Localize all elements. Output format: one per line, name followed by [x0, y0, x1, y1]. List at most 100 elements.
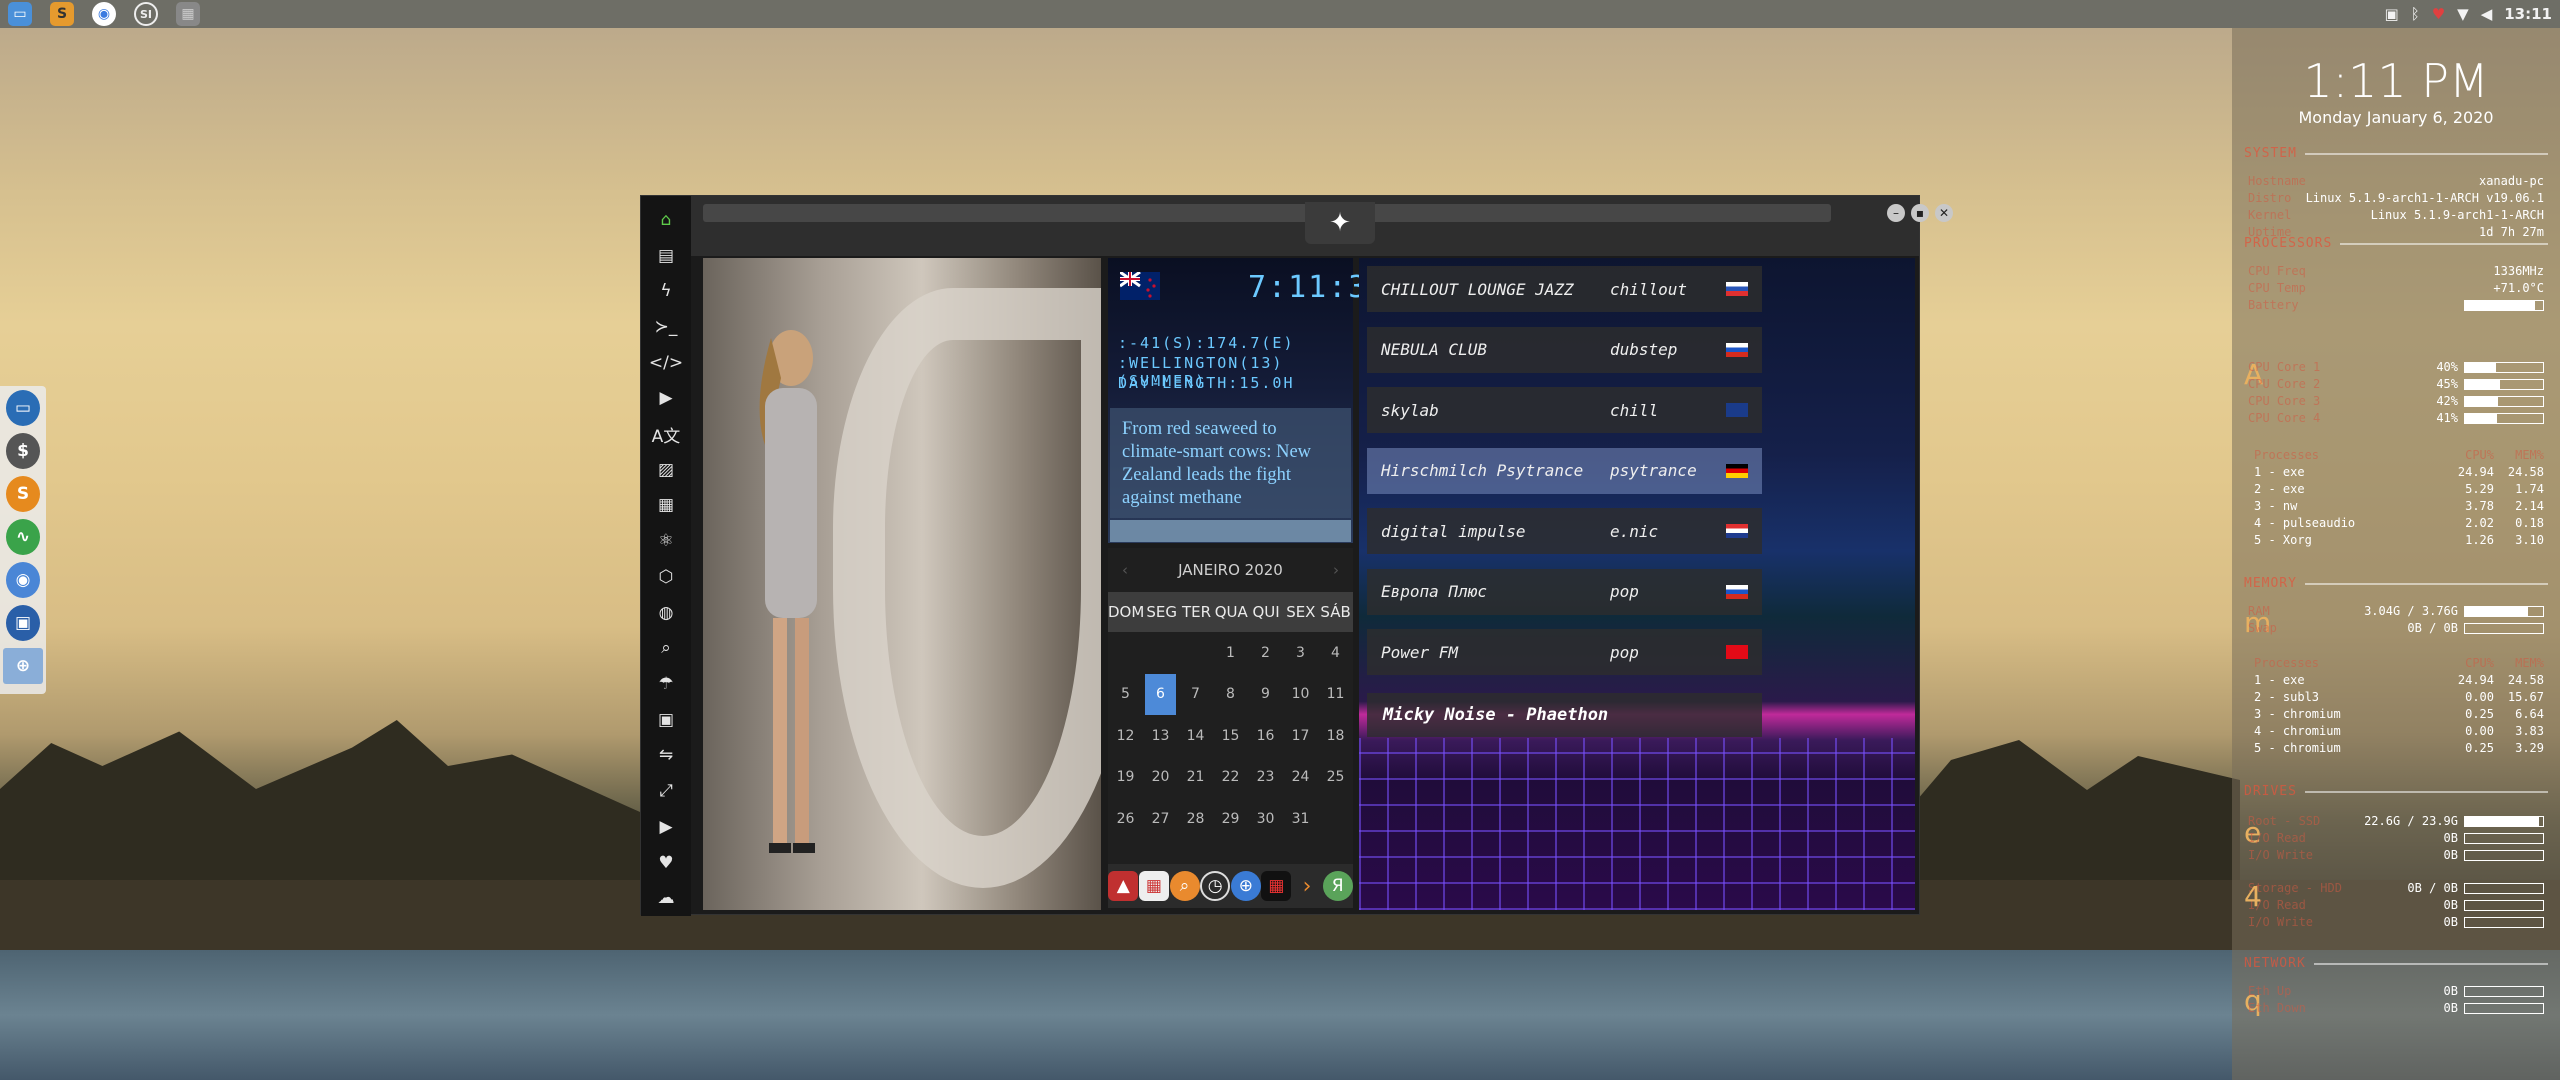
stat-value: 0B	[2444, 1001, 2544, 1017]
process-name: 5 - chromium	[2254, 741, 2341, 755]
calendar-day[interactable]: 26	[1108, 811, 1143, 827]
stat-value: xanadu-pc	[2479, 174, 2544, 190]
home-icon[interactable]: ⌂	[641, 202, 691, 238]
calendar-day[interactable]: 24	[1283, 769, 1318, 785]
yandex-icon[interactable]: Я	[1322, 871, 1353, 901]
calendar-day[interactable]: 20	[1143, 769, 1178, 785]
remote-desktop-icon[interactable]: ▣	[6, 605, 40, 641]
calendar-day[interactable]: 5	[1108, 686, 1143, 702]
document-icon[interactable]: ▤	[641, 238, 691, 274]
news-headline[interactable]: From red seaweed to climate-smart cows: …	[1110, 408, 1351, 518]
radio-station[interactable]: Европа Плюс pop	[1367, 568, 1762, 615]
calendar-day[interactable]: 17	[1283, 728, 1318, 744]
news-icon[interactable]: ▦	[641, 488, 691, 524]
radio-station[interactable]: Hirschmilch Psytrance psytrance	[1367, 447, 1762, 494]
files-icon[interactable]: ▭	[8, 2, 32, 26]
panel-clock[interactable]: 13:11	[2504, 5, 2552, 23]
search-icon[interactable]: ⌕	[1169, 871, 1200, 901]
code-icon[interactable]: </>	[641, 345, 691, 381]
volume-icon[interactable]: ◀	[2481, 5, 2493, 23]
umbrella-icon[interactable]: ☂	[641, 666, 691, 702]
translate-icon[interactable]: A文	[641, 416, 691, 452]
bluetooth-icon[interactable]: ᛒ	[2411, 5, 2420, 23]
calendar-day[interactable]: 22	[1213, 769, 1248, 785]
globe-icon[interactable]: ⊕	[1230, 871, 1261, 901]
cloud-icon[interactable]: ☁	[641, 880, 691, 916]
process-name: 4 - chromium	[2254, 724, 2341, 738]
calendar-day[interactable]: 8	[1213, 686, 1248, 702]
calendar-day[interactable]: 2	[1248, 645, 1283, 661]
close-button[interactable]: ✕	[1935, 204, 1953, 222]
calendar-day[interactable]: 27	[1143, 811, 1178, 827]
pdf-icon[interactable]: ▲	[1108, 871, 1139, 901]
calendar-day[interactable]: 16	[1248, 728, 1283, 744]
calendar-day[interactable]: 3	[1283, 645, 1318, 661]
grid-icon[interactable]: ▦	[176, 2, 200, 26]
calendar-icon[interactable]: ▦	[1138, 871, 1169, 901]
conky-panel: 1:11 PM Monday January 6, 2020 SYSTEM Hos…	[2232, 28, 2560, 1080]
youtube-icon[interactable]: ▶	[641, 809, 691, 845]
calendar-day[interactable]: 4	[1318, 645, 1353, 661]
react-icon[interactable]: ⚛	[641, 523, 691, 559]
terminal-icon[interactable]: ≻_	[641, 309, 691, 345]
hexagon-icon[interactable]: ⬡	[641, 559, 691, 595]
radio-station[interactable]: NEBULA CLUB dubstep	[1367, 326, 1762, 373]
clock-icon[interactable]: ◷	[1200, 871, 1231, 901]
image-icon[interactable]: ▣	[2385, 5, 2399, 23]
prev-month-button[interactable]: ‹	[1122, 561, 1128, 579]
calendar-day[interactable]: 18	[1318, 728, 1353, 744]
radio-station[interactable]: digital impulse e.nic	[1367, 508, 1762, 554]
s-icon[interactable]: SI	[134, 2, 158, 26]
calendar-day[interactable]: 9	[1248, 686, 1283, 702]
process-mem: 6.64	[2515, 707, 2544, 721]
calendar-day[interactable]: 10	[1283, 686, 1318, 702]
image-icon[interactable]: ▨	[641, 452, 691, 488]
calendar-day[interactable]: 12	[1108, 728, 1143, 744]
contact-icon[interactable]: ▣	[641, 702, 691, 738]
calendar-day[interactable]: 15	[1213, 728, 1248, 744]
calendar-day[interactable]: 29	[1213, 811, 1248, 827]
globe-icon[interactable]: ⊕	[3, 648, 43, 684]
calendar-day[interactable]: 30	[1248, 811, 1283, 827]
calendar-active-icon[interactable]: ▦	[1261, 871, 1292, 901]
calendar-day[interactable]: 28	[1178, 811, 1213, 827]
calendar-day[interactable]: 11	[1318, 686, 1353, 702]
calendar-day[interactable]: 6	[1145, 673, 1176, 715]
calendar-day[interactable]: 14	[1178, 728, 1213, 744]
arrow-icon[interactable]: ›	[1292, 871, 1322, 901]
bolt-icon[interactable]: ϟ	[641, 273, 691, 309]
calendar-day[interactable]: 13	[1143, 728, 1178, 744]
heart-icon[interactable]: ♥	[2432, 5, 2445, 23]
calendar-day[interactable]: 23	[1248, 769, 1283, 785]
stat-row: Eth Down 0B	[2248, 1001, 2544, 1017]
chrome-icon[interactable]: ◉	[92, 2, 116, 26]
browser-icon[interactable]: ▭	[6, 390, 40, 426]
next-month-button[interactable]: ›	[1333, 561, 1339, 579]
globe-icon[interactable]: ◍	[641, 595, 691, 631]
calendar-day[interactable]: 19	[1108, 769, 1143, 785]
minimize-button[interactable]: –	[1887, 204, 1905, 222]
section-drives: DRIVES	[2244, 784, 2548, 799]
calendar-day[interactable]: 1	[1213, 645, 1248, 661]
expand-icon[interactable]: ⤢	[641, 773, 691, 809]
heart-icon[interactable]: ♥	[641, 845, 691, 881]
sublime-icon[interactable]: S	[50, 2, 74, 26]
radio-station[interactable]: skylab chill	[1367, 387, 1762, 433]
wifi-icon[interactable]: ▼	[2457, 5, 2469, 23]
calendar-day[interactable]: 31	[1283, 811, 1318, 827]
window-titlebar[interactable]: ✦ – ▪ ✕	[691, 196, 1953, 256]
calendar-day[interactable]: 7	[1178, 686, 1213, 702]
radio-station[interactable]: CHILLOUT LOUNGE JAZZ chillout	[1367, 266, 1762, 312]
transfer-icon[interactable]: ⇋	[641, 738, 691, 774]
calendar-day[interactable]: 21	[1178, 769, 1213, 785]
radio-station[interactable]: Power FM pop	[1367, 629, 1762, 675]
station-genre: chill	[1610, 400, 1659, 420]
pulse-icon[interactable]: ∿	[6, 519, 40, 555]
calendar-day[interactable]: 25	[1318, 769, 1353, 785]
search-icon[interactable]: ⌕	[641, 630, 691, 666]
money-icon[interactable]: $	[6, 433, 40, 469]
sublime-icon[interactable]: S	[6, 476, 40, 512]
play-icon[interactable]: ▶	[641, 381, 691, 417]
maximize-button[interactable]: ▪	[1911, 204, 1929, 222]
chrome-icon[interactable]: ◉	[6, 562, 40, 598]
